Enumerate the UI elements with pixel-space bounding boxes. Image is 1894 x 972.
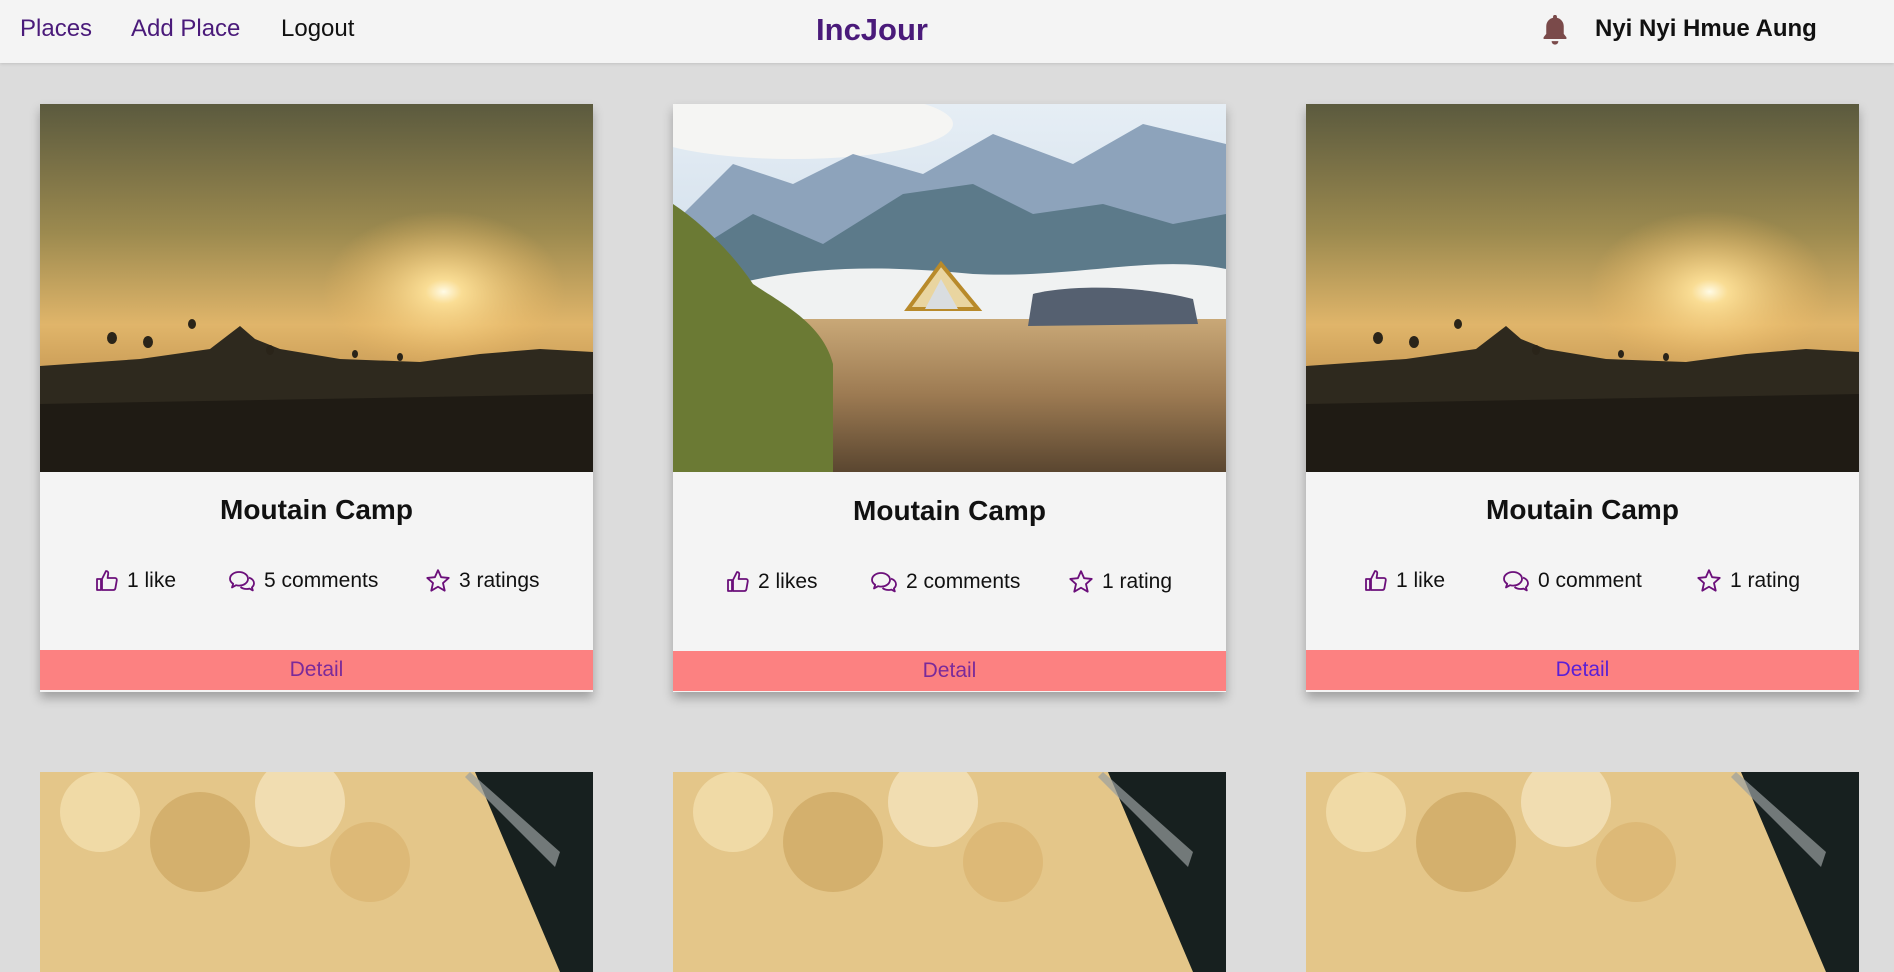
place-title: Moutain Camp	[220, 494, 413, 525]
brand-title[interactable]: IncJour	[816, 12, 928, 47]
comments-count: 2 comments	[906, 570, 1021, 593]
likes-stat[interactable]: 2 likes	[726, 567, 818, 597]
likes-stat[interactable]: 1 like	[95, 566, 176, 596]
user-name[interactable]: Nyi Nyi Hmue Aung	[1595, 15, 1817, 43]
place-card: Moutain Camp 2 likes 2 comments 1 rating…	[673, 104, 1226, 692]
likes-count: 2 likes	[758, 570, 818, 593]
detail-button[interactable]: Detail	[40, 650, 593, 690]
likes-count: 1 like	[1396, 569, 1446, 592]
ratings-stat[interactable]: 1 rating	[1696, 566, 1800, 596]
place-title: Moutain Camp	[1486, 494, 1679, 525]
place-image[interactable]	[1306, 104, 1859, 472]
place-card-image-partial[interactable]	[1306, 772, 1859, 972]
ratings-count: 1 rating	[1102, 570, 1173, 593]
star-icon	[1069, 570, 1093, 593]
comments-count: 0 comment	[1538, 569, 1642, 592]
place-card: Moutain Camp 1 like 5 comments 3 ratings…	[40, 104, 593, 692]
thumbs-up-icon	[727, 571, 749, 592]
comments-stat[interactable]: 0 comment	[1502, 566, 1642, 596]
comments-count: 5 comments	[264, 569, 379, 592]
star-icon	[1697, 569, 1721, 592]
top-navbar: Places Add Place Logout IncJour Nyi Nyi …	[0, 0, 1894, 63]
likes-count: 1 like	[127, 569, 177, 592]
bell-icon[interactable]	[1540, 13, 1570, 47]
star-icon	[426, 569, 450, 592]
comments-stat[interactable]: 5 comments	[228, 566, 378, 596]
comments-icon	[229, 571, 255, 592]
place-card: Moutain Camp 1 like 0 comment 1 rating D…	[1306, 104, 1859, 692]
ratings-stat[interactable]: 3 ratings	[425, 566, 540, 596]
brand-container: IncJour	[0, 12, 1744, 48]
comments-stat[interactable]: 2 comments	[870, 567, 1020, 597]
comments-icon	[871, 572, 897, 593]
place-card-image-partial[interactable]	[40, 772, 593, 972]
place-image[interactable]	[40, 104, 593, 472]
likes-stat[interactable]: 1 like	[1364, 566, 1445, 596]
place-title: Moutain Camp	[853, 495, 1046, 526]
detail-button[interactable]: Detail	[673, 651, 1226, 691]
ratings-stat[interactable]: 1 rating	[1068, 567, 1172, 597]
ratings-count: 1 rating	[1730, 569, 1801, 592]
thumbs-up-icon	[1365, 570, 1387, 591]
ratings-count: 3 ratings	[459, 569, 540, 592]
place-image[interactable]	[673, 104, 1226, 472]
comments-icon	[1503, 571, 1529, 592]
thumbs-up-icon	[96, 570, 118, 591]
detail-button[interactable]: Detail	[1306, 650, 1859, 690]
place-card-image-partial[interactable]	[673, 772, 1226, 972]
